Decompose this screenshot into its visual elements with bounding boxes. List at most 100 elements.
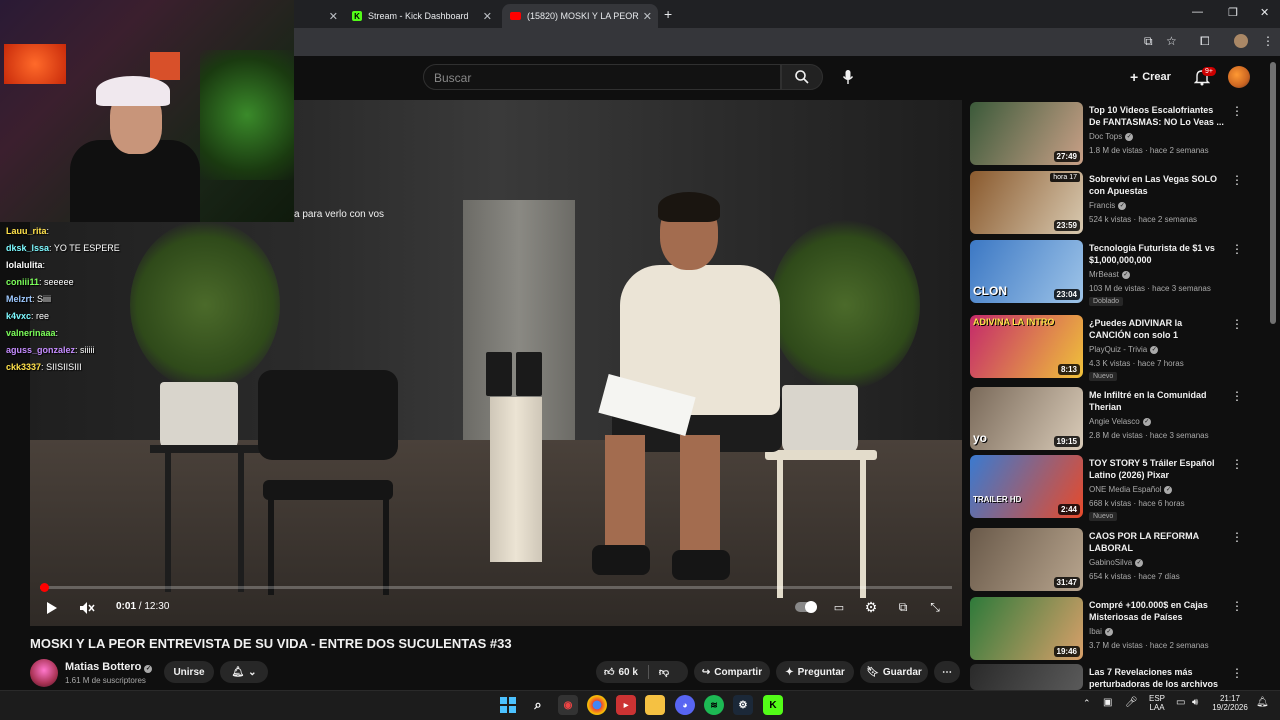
ask-button[interactable]: ✦ Preguntar xyxy=(776,661,854,683)
close-tab-icon[interactable]: ✕ xyxy=(483,10,492,23)
dislike-button[interactable]: 👎︎ xyxy=(659,666,669,678)
more-options-icon[interactable]: ⋮ xyxy=(1231,389,1243,403)
video-progress-bar[interactable] xyxy=(40,583,952,592)
sidebar-video-item[interactable]: TRAILER HD 2:44 TOY STORY 5 Tráiler Españo… xyxy=(970,455,1250,521)
channel-name[interactable]: Matias Bottero ✓ xyxy=(65,661,153,673)
more-options-icon[interactable]: ⋮ xyxy=(1231,666,1243,680)
minimize-button[interactable]: — xyxy=(1192,6,1203,18)
share-button[interactable]: ↪ Compartir xyxy=(694,661,770,683)
more-options-icon[interactable]: ⋮ xyxy=(1231,242,1243,256)
progress-scrubber[interactable] xyxy=(40,583,49,592)
video-thumbnail[interactable]: CLON 23:04 xyxy=(970,240,1083,303)
volume-icon[interactable]: 🔊︎ xyxy=(1192,697,1198,708)
taskbar-app-explorer[interactable] xyxy=(645,695,665,715)
chat-username[interactable]: lolalulita xyxy=(6,260,43,270)
search-input[interactable]: Buscar xyxy=(423,64,781,90)
sidebar-video-title[interactable]: CAOS POR LA REFORMA LABORAL xyxy=(1089,530,1224,554)
create-button[interactable]: + Crear xyxy=(1124,66,1177,88)
sidebar-channel-name[interactable]: Ibai ✓ xyxy=(1089,627,1113,636)
chat-username[interactable]: aguss_gonzalez xyxy=(6,345,75,355)
notification-center-icon[interactable]: 🔔︎ xyxy=(1256,697,1269,708)
bookmark-star-icon[interactable]: ☆ xyxy=(1166,34,1177,48)
video-thumbnail[interactable]: TRAILER HD 2:44 xyxy=(970,455,1083,518)
sidebar-video-title[interactable]: Las 7 Revelaciones más perturbadoras de … xyxy=(1089,666,1224,692)
like-button[interactable]: 👍︎ 60 k xyxy=(604,666,638,679)
tray-overflow-icon[interactable]: ⌃ xyxy=(1083,698,1091,709)
more-options-icon[interactable]: ⋮ xyxy=(1231,317,1243,331)
sidebar-channel-name[interactable]: ONE Media Español ✓ xyxy=(1089,485,1173,494)
chat-username[interactable]: ckk3337 xyxy=(6,362,41,372)
browser-tab-hidden[interactable]: ✕ xyxy=(294,4,344,28)
settings-button[interactable]: ⚙ xyxy=(862,598,880,616)
play-button[interactable] xyxy=(42,598,62,618)
more-actions-button[interactable]: ⋯ xyxy=(934,661,960,683)
install-app-icon[interactable]: ⧉ xyxy=(1144,34,1153,49)
sidebar-video-title[interactable]: Sobreviví en Las Vegas SOLO con Apuestas xyxy=(1089,173,1224,197)
more-options-icon[interactable]: ⋮ xyxy=(1231,173,1243,187)
close-window-button[interactable]: ✕ xyxy=(1260,6,1269,19)
search-button[interactable] xyxy=(781,64,823,90)
autoplay-toggle[interactable] xyxy=(794,600,818,614)
sidebar-video-title[interactable]: Me Infiltré en la Comunidad Therian xyxy=(1089,389,1224,413)
extensions-icon[interactable]: ⧠ xyxy=(1200,34,1210,49)
language-indicator[interactable]: ESP LAA xyxy=(1146,694,1168,712)
sidebar-video-title[interactable]: Compré +100.000$ en Cajas Misteriosas de… xyxy=(1089,599,1224,623)
close-tab-icon[interactable]: ✕ xyxy=(329,10,338,23)
sidebar-video-item[interactable]: Las 7 Revelaciones más perturbadoras de … xyxy=(970,664,1250,692)
sidebar-video-item[interactable]: 27:49 Top 10 Videos Escalofriantes De FAN… xyxy=(970,102,1250,166)
video-thumbnail[interactable]: ADIVINA LA INTRO 8:13 xyxy=(970,315,1083,378)
subtitles-button[interactable]: ▭ xyxy=(830,599,848,615)
sidebar-video-item[interactable]: 31:47 CAOS POR LA REFORMA LABORAL GabinoSi… xyxy=(970,528,1250,592)
sidebar-video-item[interactable]: yo 19:15 Me Infiltré en la Comunidad Theri… xyxy=(970,387,1250,451)
chat-username[interactable]: Lauu_rita xyxy=(6,226,47,236)
fullscreen-button[interactable]: ⤡ xyxy=(926,599,944,615)
clock[interactable]: 21:17 19/2/2026 xyxy=(1210,694,1250,712)
profile-avatar[interactable] xyxy=(1234,34,1248,48)
sidebar-channel-name[interactable]: PlayQuiz - Trivia ✓ xyxy=(1089,345,1159,354)
video-thumbnail[interactable]: yo 19:15 xyxy=(970,387,1083,450)
browser-tab-kick[interactable]: K Stream - Kick Dashboard ✕ xyxy=(344,4,498,28)
chat-username[interactable]: coniii11 xyxy=(6,277,39,287)
tray-mic-icon[interactable]: 🎤︎ xyxy=(1125,697,1138,708)
video-thumbnail[interactable]: hora 17 23:59 xyxy=(970,171,1083,234)
sidebar-video-item[interactable]: hora 17 23:59 Sobreviví en Las Vegas SOLO … xyxy=(970,171,1250,235)
start-button[interactable] xyxy=(498,695,518,715)
maximize-button[interactable]: ❐ xyxy=(1228,6,1238,19)
channel-avatar[interactable] xyxy=(30,659,58,687)
mute-button[interactable] xyxy=(77,598,97,618)
video-thumbnail[interactable]: 31:47 xyxy=(970,528,1083,591)
user-avatar[interactable] xyxy=(1228,66,1250,88)
more-options-icon[interactable]: ⋮ xyxy=(1231,104,1243,118)
more-options-icon[interactable]: ⋮ xyxy=(1231,599,1243,613)
chat-username[interactable]: dksk_lssa xyxy=(6,243,49,253)
sidebar-video-title[interactable]: ¿Puedes ADIVINAR la CANCIÓN con solo 1 S… xyxy=(1089,317,1224,343)
video-thumbnail[interactable]: 19:46 xyxy=(970,597,1083,660)
more-options-icon[interactable]: ⋮ xyxy=(1231,457,1243,471)
scrollbar[interactable] xyxy=(1270,62,1276,324)
taskbar-app-steam[interactable]: ⚙ xyxy=(733,695,753,715)
taskbar-search-button[interactable]: ⌕ xyxy=(528,695,548,715)
taskbar-app-video[interactable]: ▶ xyxy=(616,695,636,715)
chat-username[interactable]: k4vxc xyxy=(6,311,31,321)
more-options-icon[interactable]: ⋮ xyxy=(1231,530,1243,544)
sidebar-video-title[interactable]: Top 10 Videos Escalofriantes De FANTASMA… xyxy=(1089,104,1224,128)
sidebar-video-item[interactable]: 19:46 Compré +100.000$ en Cajas Misterios… xyxy=(970,597,1250,661)
taskbar-app-kick[interactable]: K xyxy=(763,695,783,715)
voice-search-button[interactable] xyxy=(838,66,858,88)
taskbar-app-discord[interactable]: ◕ xyxy=(675,695,695,715)
browser-menu-icon[interactable]: ⋮ xyxy=(1262,34,1274,48)
sidebar-channel-name[interactable]: MrBeast ✓ xyxy=(1089,270,1130,279)
video-thumbnail[interactable] xyxy=(970,664,1083,690)
sidebar-channel-name[interactable]: GabinoSilva ✓ xyxy=(1089,558,1144,567)
network-icon[interactable]: ▭ xyxy=(1176,697,1185,708)
new-tab-button[interactable]: + xyxy=(664,6,672,22)
miniplayer-button[interactable]: ⧉ xyxy=(894,599,912,615)
chat-username[interactable]: Melzrt xyxy=(6,294,32,304)
sidebar-video-item[interactable]: CLON 23:04 Tecnología Futurista de $1 vs $… xyxy=(970,240,1250,306)
sidebar-channel-name[interactable]: Francis ✓ xyxy=(1089,201,1127,210)
sidebar-channel-name[interactable]: Doc Tops ✓ xyxy=(1089,132,1134,141)
browser-tab-youtube[interactable]: (15820) MOSKI Y LA PEOR ENTI ✕ xyxy=(502,4,658,28)
tray-app-icon[interactable]: ▣ xyxy=(1103,697,1112,708)
taskbar-app-obs[interactable]: ◉ xyxy=(558,695,578,715)
sidebar-video-title[interactable]: TOY STORY 5 Tráiler Español Latino (2026… xyxy=(1089,457,1224,481)
